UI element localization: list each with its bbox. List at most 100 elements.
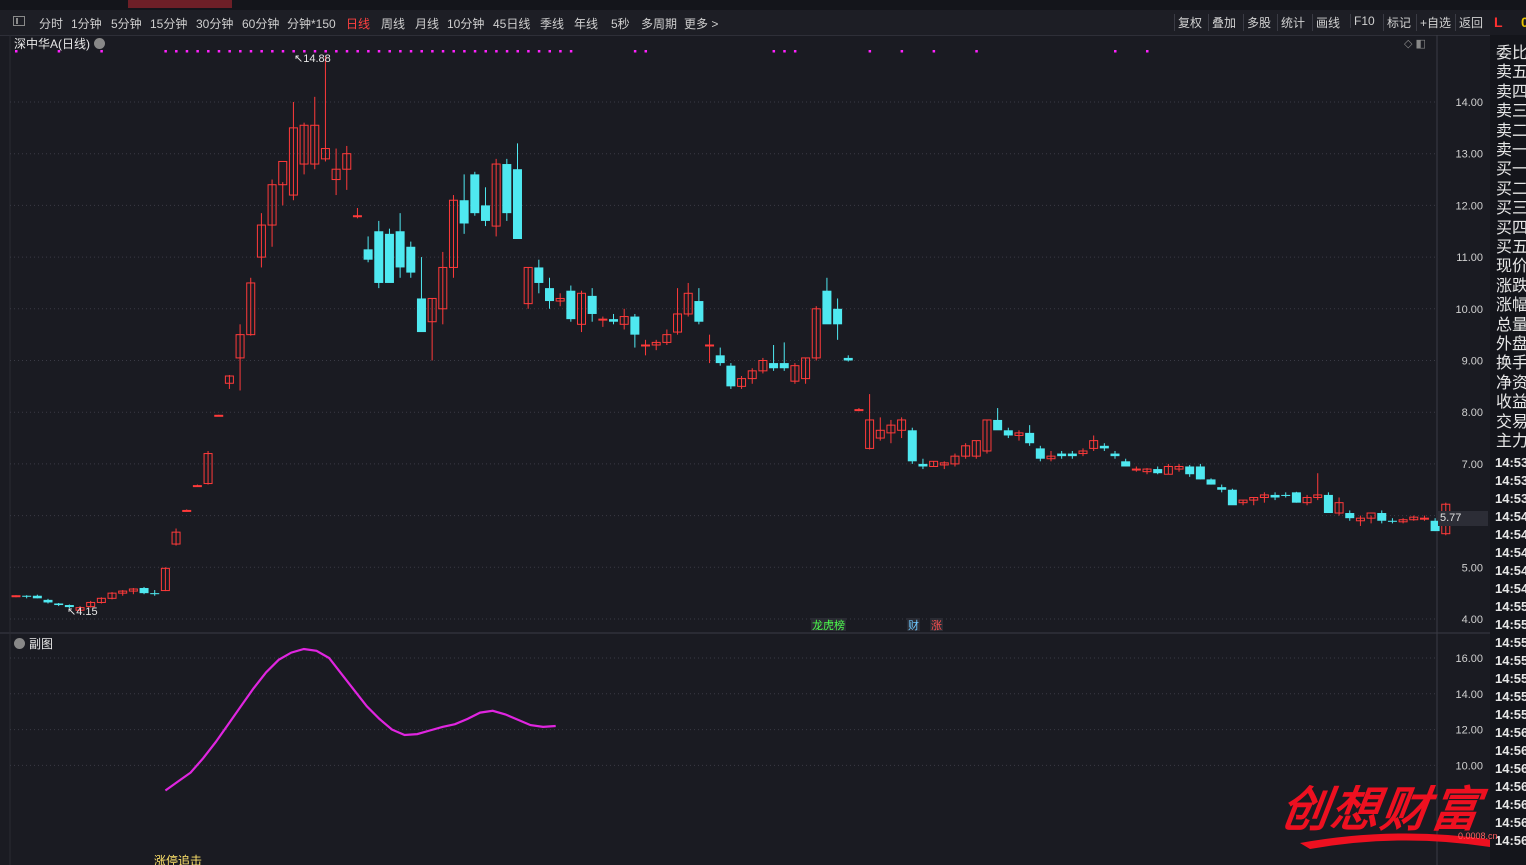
sub-chart-title[interactable]: 副图 xyxy=(14,635,53,652)
current-price-tag: 5.77 xyxy=(1438,511,1488,526)
high-annotation: ↖14.88 xyxy=(294,53,331,65)
candle-body xyxy=(1195,466,1205,480)
sub-y-tick-label: 16.00 xyxy=(1455,653,1483,665)
right-tab-0[interactable]: 0 xyxy=(1521,14,1526,30)
stock-title[interactable]: 深中华A(日线) xyxy=(14,35,105,52)
trade-time-21: 14:56 xyxy=(1495,833,1526,848)
candle-body xyxy=(1110,453,1120,457)
signal-dot xyxy=(772,50,776,53)
trade-time-17: 14:56 xyxy=(1495,761,1526,776)
trade-time-20: 14:56 xyxy=(1495,815,1526,830)
period-tab-15[interactable]: 多周期 xyxy=(641,15,677,32)
sub-chart-dropdown-icon[interactable] xyxy=(14,638,25,649)
candle-body xyxy=(1003,430,1013,436)
period-tab-10[interactable]: 10分钟 xyxy=(447,15,484,32)
candle-body xyxy=(1185,466,1195,475)
toolbar-button-2[interactable]: 多股 xyxy=(1243,14,1274,31)
signal-dot xyxy=(431,50,434,53)
period-tab-16[interactable]: 更多 > xyxy=(684,15,718,32)
signal-dot xyxy=(527,50,530,53)
window-top-strip xyxy=(0,0,1526,10)
trade-time-10: 14:55 xyxy=(1495,635,1526,650)
signal-dot xyxy=(356,50,359,53)
candle-body xyxy=(1121,461,1131,467)
signal-dot xyxy=(569,50,573,53)
signal-dot xyxy=(409,50,413,53)
sidebar-toggle-icon[interactable] xyxy=(13,16,25,26)
candle-body xyxy=(374,231,384,283)
event-label: 龙虎榜 xyxy=(812,618,845,632)
event-label: 财 xyxy=(908,618,919,632)
signal-dot xyxy=(505,50,509,53)
period-tab-14[interactable]: 5秒 xyxy=(611,15,630,32)
candle-body xyxy=(278,160,288,186)
period-tab-6[interactable]: 分钟*150 xyxy=(287,15,336,32)
diamond-icon[interactable]: ◇ xyxy=(1404,38,1412,50)
active-window-tab[interactable] xyxy=(128,0,232,8)
right-tab-l[interactable]: L xyxy=(1494,14,1503,30)
period-tab-7[interactable]: 日线 xyxy=(346,15,370,32)
period-tab-8[interactable]: 周线 xyxy=(381,15,405,32)
title-dropdown-icon[interactable] xyxy=(94,38,105,49)
toolbar-button-8[interactable]: 返回 xyxy=(1455,14,1486,31)
period-tab-0[interactable]: 分时 xyxy=(39,15,63,32)
candle-body xyxy=(598,318,608,321)
trade-time-14: 14:55 xyxy=(1495,707,1526,722)
candle-body xyxy=(779,363,789,369)
candle-body xyxy=(1099,445,1109,449)
signal-dot xyxy=(335,50,338,53)
main-y-tick-label: 8.00 xyxy=(1462,407,1483,419)
toolbar-button-4[interactable]: 画线 xyxy=(1312,14,1343,31)
signal-dot xyxy=(868,50,872,53)
period-tab-5[interactable]: 60分钟 xyxy=(242,15,279,32)
signal-dot xyxy=(164,50,167,53)
candle-body xyxy=(1057,453,1067,457)
candle-body xyxy=(480,205,490,221)
period-tab-11[interactable]: 45日线 xyxy=(493,15,530,32)
period-tab-4[interactable]: 30分钟 xyxy=(196,15,233,32)
main-y-tick-label: 11.00 xyxy=(1456,252,1483,264)
sub-y-tick-label: 14.00 xyxy=(1455,689,1483,701)
candle-body xyxy=(715,355,725,364)
candle-body xyxy=(43,599,53,603)
main-y-tick-label: 7.00 xyxy=(1462,459,1483,471)
candle-body xyxy=(1377,513,1387,521)
candle-body xyxy=(993,419,1003,431)
chart-corner-icons: ◇ ◧ xyxy=(1404,37,1426,50)
period-tab-2[interactable]: 5分钟 xyxy=(111,15,142,32)
signal-dot xyxy=(260,50,263,53)
trade-time-2: 14:53 xyxy=(1495,491,1526,506)
candle-body xyxy=(384,233,394,283)
period-tab-12[interactable]: 季线 xyxy=(540,15,564,32)
main-y-tick-label: 5.00 xyxy=(1462,562,1483,574)
candle-body xyxy=(630,316,640,335)
candle-body xyxy=(470,174,480,214)
candle-body xyxy=(192,485,202,488)
toolbar-button-3[interactable]: 统计 xyxy=(1277,14,1308,31)
candle-body xyxy=(1217,487,1227,490)
period-tab-1[interactable]: 1分钟 xyxy=(71,15,102,32)
toolbar-button-7[interactable]: +自选 xyxy=(1416,14,1454,31)
period-tab-9[interactable]: 月线 xyxy=(415,15,439,32)
signal-dot xyxy=(217,50,221,53)
candle-body xyxy=(854,409,864,412)
event-label: 涨 xyxy=(931,619,942,632)
signal-dot xyxy=(441,50,445,53)
trade-time-19: 14:56 xyxy=(1495,797,1526,812)
toolbar-button-0[interactable]: 复权 xyxy=(1174,14,1205,31)
period-tab-3[interactable]: 15分钟 xyxy=(150,15,187,32)
signal-dot xyxy=(484,50,487,53)
signal-dot xyxy=(495,50,498,53)
signal-dot xyxy=(249,50,253,53)
candle-body xyxy=(566,290,576,320)
chart-area[interactable]: 4.00 5.00 7.00 8.00 9.00 10.00 11.00 12.00 13.00… xyxy=(0,35,1490,865)
toolbar-button-5[interactable]: F10 xyxy=(1350,14,1378,28)
toolbar-button-6[interactable]: 标记 xyxy=(1383,14,1414,31)
signal-dot xyxy=(420,50,423,53)
period-tab-13[interactable]: 年线 xyxy=(574,15,598,32)
sub-chart-title-text: 副图 xyxy=(29,637,54,651)
toolbar-button-1[interactable]: 叠加 xyxy=(1208,14,1239,31)
window-icon[interactable]: ◧ xyxy=(1416,38,1426,50)
sub-y-tick-label: 12.00 xyxy=(1455,725,1483,737)
candle-body xyxy=(726,365,736,387)
